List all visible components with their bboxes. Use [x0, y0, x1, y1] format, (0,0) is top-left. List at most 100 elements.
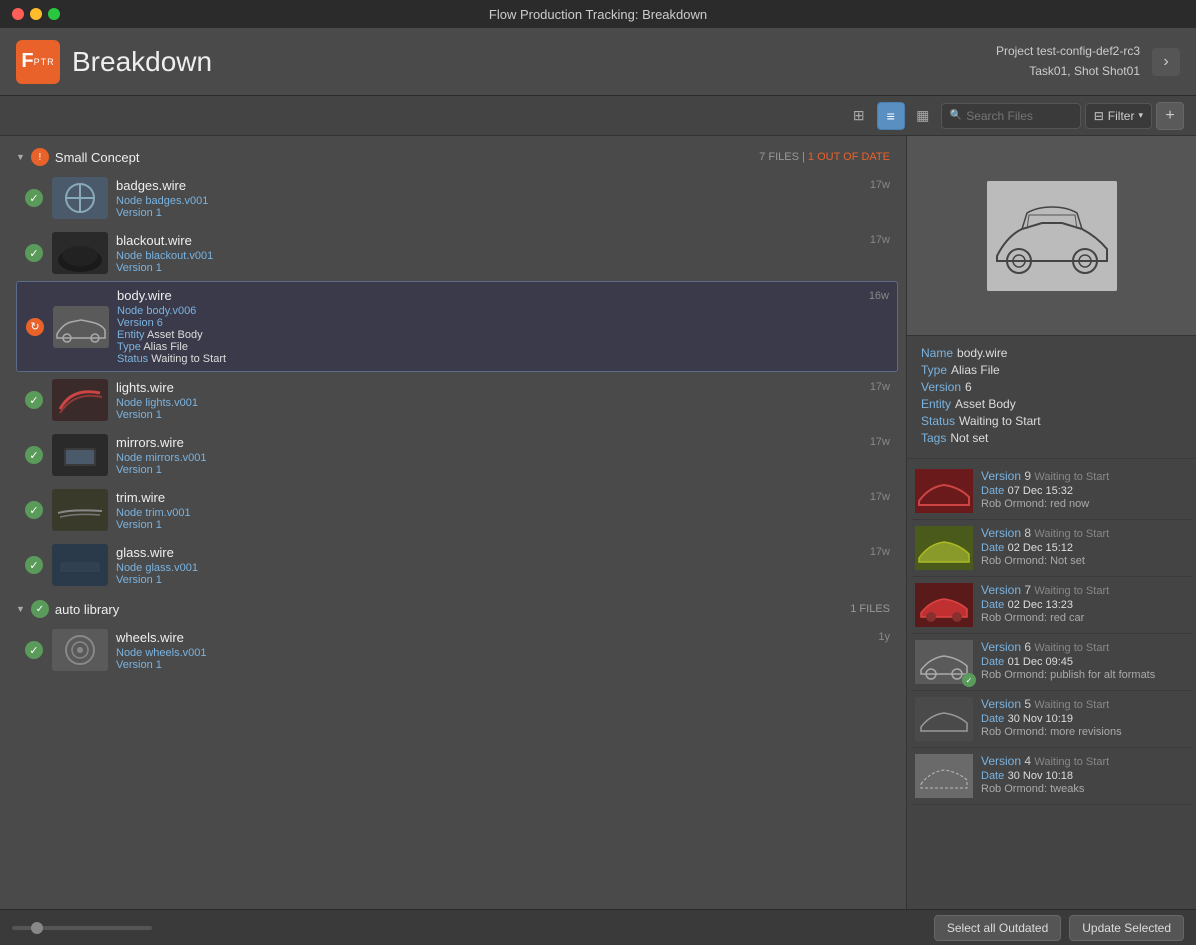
file-thumbnail — [52, 379, 108, 421]
add-icon: + — [1165, 107, 1174, 125]
version-history: Version 9 Waiting to Start Date 07 Dec 1… — [907, 459, 1196, 909]
grid-view-button[interactable]: ⊞ — [845, 102, 873, 130]
navigation-button[interactable]: › — [1152, 48, 1180, 76]
file-status-icon: ✓ — [24, 640, 44, 660]
detail-status-row: Status Waiting to Start — [921, 414, 1182, 428]
file-thumbnail — [52, 544, 108, 586]
detail-view-button[interactable]: ▦ — [909, 102, 937, 130]
detail-section: Name body.wire Type Alias File Version 6… — [907, 336, 1196, 459]
file-status-icon: ✓ — [24, 500, 44, 520]
list-item[interactable]: ✓ blackout.wire Node blackout.v001 Versi… — [16, 226, 898, 280]
filter-button[interactable]: ⊟ Filter ▾ — [1085, 103, 1152, 129]
file-time: 1y — [878, 629, 890, 643]
file-version: Version 1 — [116, 207, 862, 219]
app-logo: F PTR — [16, 40, 60, 84]
window-title: Flow Production Tracking: Breakdown — [489, 7, 707, 22]
version-number: Version 4 Waiting to Start — [981, 754, 1188, 768]
add-button[interactable]: + — [1156, 102, 1184, 130]
minimize-button[interactable] — [30, 8, 42, 20]
version-date: Date 30 Nov 10:18 — [981, 768, 1188, 782]
file-node: Node mirrors.v001 — [116, 452, 862, 464]
file-status-icon: ↻ — [25, 317, 45, 337]
version-label: Version — [981, 469, 1021, 483]
file-version: Version 1 — [116, 659, 870, 671]
list-item[interactable]: ✓ glass.wire Node glass.v001 Version 1 1… — [16, 538, 898, 592]
update-selected-button[interactable]: Update Selected — [1069, 915, 1184, 941]
version-date: Date 01 Dec 09:45 — [981, 654, 1188, 668]
file-version: Version 1 — [116, 409, 862, 421]
version-status: Waiting to Start — [1034, 756, 1109, 768]
close-button[interactable] — [12, 8, 24, 20]
file-version: Version 1 — [116, 464, 862, 476]
titlebar: Flow Production Tracking: Breakdown — [0, 0, 1196, 28]
ok-status-icon: ✓ — [25, 391, 43, 409]
list-item[interactable]: ✓ mirrors.wire Node mirrors.v001 Version… — [16, 428, 898, 482]
detail-panel: Name body.wire Type Alias File Version 6… — [906, 136, 1196, 909]
zoom-slider[interactable] — [12, 926, 152, 930]
select-outdated-button[interactable]: Select all Outdated — [934, 915, 1061, 941]
detail-name-value: body.wire — [957, 346, 1007, 360]
file-status-icon: ✓ — [24, 243, 44, 263]
list-item[interactable]: ✓ wheels.wire Node wheels.v001 Version 1 — [16, 623, 898, 677]
file-name: trim.wire — [116, 490, 862, 505]
group-header-small-concept[interactable]: ! Small Concept 7 FILES | 1 OUT OF DATE — [8, 144, 898, 170]
window-controls — [12, 8, 60, 20]
detail-tags-label: Tags — [921, 431, 946, 445]
version-list-item[interactable]: Version 4 Waiting to Start Date 30 Nov 1… — [911, 748, 1192, 805]
version-thumbnail: ✓ — [915, 640, 973, 684]
version-author: Rob Ormond: publish for alt formats — [981, 669, 1188, 681]
detail-status-label: Status — [921, 414, 955, 428]
file-node: Node lights.v001 — [116, 397, 862, 409]
version-date: Date 07 Dec 15:32 — [981, 483, 1188, 497]
file-status: Status Waiting to Start — [117, 353, 861, 365]
version-thumbnail — [915, 469, 973, 513]
bottom-bar: Select all Outdated Update Selected — [0, 909, 1196, 945]
group-auto-library: ✓ auto library 1 FILES ✓ — [8, 596, 898, 677]
detail-entity-label: Entity — [921, 397, 951, 411]
ok-status-icon: ✓ — [25, 641, 43, 659]
file-thumbnail — [53, 306, 109, 348]
version-author: Rob Ormond: tweaks — [981, 783, 1188, 795]
version-label: Version — [981, 640, 1021, 654]
file-name: mirrors.wire — [116, 435, 862, 450]
detail-tags-row: Tags Not set — [921, 431, 1182, 445]
version-info: Version 7 Waiting to Start Date 02 Dec 1… — [981, 583, 1188, 624]
list-item[interactable]: ✓ trim.wire Node trim.v001 Version 1 17w — [16, 483, 898, 537]
version-list-item[interactable]: Version 5 Waiting to Start Date 30 Nov 1… — [911, 691, 1192, 748]
version-list-item[interactable]: Version 8 Waiting to Start Date 02 Dec 1… — [911, 520, 1192, 577]
file-info: blackout.wire Node blackout.v001 Version… — [116, 233, 862, 274]
detail-version-label: Version — [921, 380, 961, 394]
list-item[interactable]: ✓ lights.wire Node lights.v001 Version 1… — [16, 373, 898, 427]
group-name: Small Concept — [55, 150, 753, 165]
file-name: lights.wire — [116, 380, 862, 395]
project-line2: Task01, Shot Shot01 — [996, 62, 1140, 81]
maximize-button[interactable] — [48, 8, 60, 20]
list-view-button[interactable]: ≡ — [877, 102, 905, 130]
version-label: Version — [981, 697, 1021, 711]
file-name: badges.wire — [116, 178, 862, 193]
version-thumbnail — [915, 526, 973, 570]
file-time: 17w — [870, 489, 890, 503]
file-name: glass.wire — [116, 545, 862, 560]
version-list-item[interactable]: ✓ Version 6 Waiting to Start Date 01 Dec… — [911, 634, 1192, 691]
file-info: trim.wire Node trim.v001 Version 1 — [116, 490, 862, 531]
main-content: ! Small Concept 7 FILES | 1 OUT OF DATE … — [0, 136, 1196, 909]
version-list-item[interactable]: Version 9 Waiting to Start Date 07 Dec 1… — [911, 463, 1192, 520]
detail-type-label: Type — [921, 363, 947, 377]
search-input[interactable] — [966, 109, 1072, 123]
detail-entity-row: Entity Asset Body — [921, 397, 1182, 411]
version-list-item[interactable]: Version 7 Waiting to Start Date 02 Dec 1… — [911, 577, 1192, 634]
version-status: Waiting to Start — [1034, 528, 1109, 540]
logo-letter: F — [21, 50, 33, 73]
group-header-auto-library[interactable]: ✓ auto library 1 FILES — [8, 596, 898, 622]
version-date: Date 30 Nov 10:19 — [981, 711, 1188, 725]
group-chevron-icon — [16, 604, 25, 615]
version-status: Waiting to Start — [1034, 642, 1109, 654]
list-item[interactable]: ✓ badges.wire Node badges.v001 Version 1 — [16, 171, 898, 225]
version-number: Version 5 Waiting to Start — [981, 697, 1188, 711]
file-node: Node wheels.v001 — [116, 647, 870, 659]
version-author: Rob Ormond: red car — [981, 612, 1188, 624]
version-number: Version 9 Waiting to Start — [981, 469, 1188, 483]
list-item[interactable]: ↻ body.wire Node body.v006 Version 6 — [16, 281, 898, 372]
version-info: Version 5 Waiting to Start Date 30 Nov 1… — [981, 697, 1188, 738]
